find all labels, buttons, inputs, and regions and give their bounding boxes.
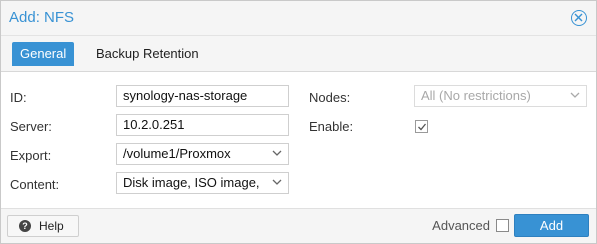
close-icon[interactable] — [571, 10, 587, 26]
tab-general[interactable]: General — [12, 42, 75, 66]
add-button[interactable]: Add — [514, 214, 589, 237]
nodes-select[interactable]: All (No restrictions) — [414, 85, 587, 107]
checkmark-icon — [418, 123, 427, 131]
id-field[interactable]: synology-nas-storage — [116, 85, 289, 107]
help-button[interactable]: ? Help — [7, 215, 79, 237]
add-nfs-dialog: Add: NFS General Backup Retention ID: sy… — [0, 0, 597, 244]
tab-bar: General Backup Retention — [1, 36, 596, 72]
content-select[interactable]: Disk image, ISO image, — [116, 172, 289, 194]
server-field[interactable]: 10.2.0.251 — [116, 114, 289, 136]
help-label: Help — [39, 219, 64, 233]
question-icon: ? — [19, 220, 31, 232]
content-label: Content: — [10, 177, 60, 192]
nodes-label: Nodes: — [309, 90, 351, 105]
nodes-value: All (No restrictions) — [421, 88, 531, 103]
tab-backup-retention[interactable]: Backup Retention — [88, 42, 207, 66]
enable-checkbox[interactable] — [415, 120, 428, 133]
chevron-down-icon — [272, 179, 282, 185]
id-label: ID: — [10, 90, 27, 105]
dialog-titlebar: Add: NFS — [1, 1, 596, 36]
general-form: ID: synology-nas-storage Server: 10.2.0.… — [1, 72, 596, 209]
chevron-down-icon — [570, 92, 580, 98]
server-label: Server: — [10, 119, 52, 134]
server-value: 10.2.0.251 — [123, 117, 185, 132]
enable-label: Enable: — [309, 119, 354, 134]
export-value: /volume1/Proxmox — [123, 146, 231, 161]
export-label: Export: — [10, 148, 52, 163]
dialog-footer: ? Help Advanced Add — [1, 208, 596, 243]
id-value: synology-nas-storage — [123, 88, 248, 103]
advanced-label: Advanced — [432, 218, 490, 233]
dialog-title: Add: NFS — [9, 9, 75, 26]
chevron-down-icon — [272, 150, 282, 156]
export-select[interactable]: /volume1/Proxmox — [116, 143, 289, 165]
advanced-checkbox[interactable] — [496, 219, 509, 232]
content-value: Disk image, ISO image, — [123, 175, 260, 190]
